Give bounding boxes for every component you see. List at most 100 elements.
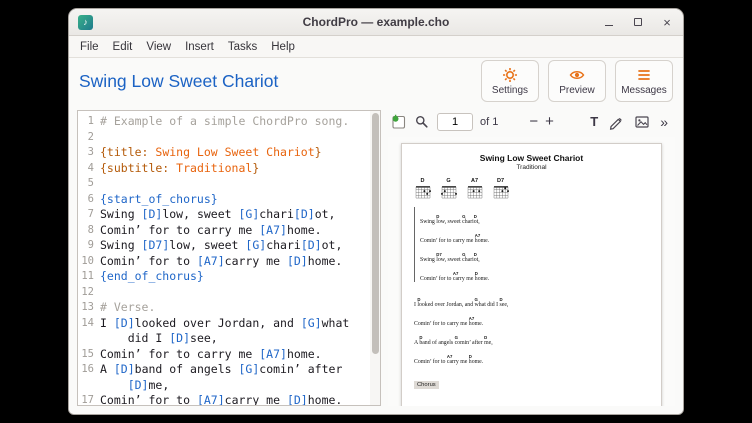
line-number: 15 <box>78 347 100 363</box>
code-line: {end_of_chorus} <box>100 269 204 285</box>
pdf-song-subtitle: Traditional <box>412 164 651 171</box>
editor-row[interactable]: 17Comin’ for to [A7]carry me [D]home. <box>78 393 380 406</box>
menu-help[interactable]: Help <box>264 39 302 55</box>
messages-label: Messages <box>621 85 667 96</box>
song-line: Swing D7low, sweet GchariDot, <box>420 245 651 263</box>
editor-row[interactable]: [D]me, <box>78 378 380 394</box>
preview-button[interactable]: Preview <box>548 60 606 102</box>
chord-diagram-D: D <box>414 178 431 199</box>
fretboard-grid-icon <box>414 185 431 199</box>
line-number: 13 <box>78 300 100 316</box>
pen-tool-icon[interactable] <box>608 114 624 130</box>
menu-tasks[interactable]: Tasks <box>221 39 264 55</box>
minimize-button[interactable] <box>602 15 616 29</box>
settings-label: Settings <box>492 85 528 96</box>
gear-icon <box>502 67 518 83</box>
song-section-chorus: Swing Dlow, sweet GchariDot, Comin’ for t… <box>414 207 651 282</box>
eye-icon <box>569 67 585 83</box>
code-line: A [D]band of angels [G]comin’ after <box>100 362 342 378</box>
editor-row[interactable]: 4{subtitle: Traditional} <box>78 161 380 177</box>
pdf-page: Swing Low Sweet Chariot Traditional DGA7… <box>401 143 662 406</box>
song-line: Comin’ for to A7carry me Dhome. <box>420 264 651 282</box>
line-number: 9 <box>78 238 100 254</box>
editor-row[interactable]: 8Comin’ for to carry me [A7]home. <box>78 223 380 239</box>
line-number: 8 <box>78 223 100 239</box>
image-tool-icon[interactable] <box>634 114 650 130</box>
editor-row[interactable]: 6{start_of_chorus} <box>78 192 380 208</box>
editor-row[interactable]: 15Comin’ for to carry me [A7]home. <box>78 347 380 363</box>
editor-row[interactable]: 13# Verse. <box>78 300 380 316</box>
code-line: Comin’ for to carry me [A7]home. <box>100 223 322 239</box>
editor-row[interactable]: 5 <box>78 176 380 192</box>
editor-row[interactable]: 14I [D]looked over Jordan, and [G]what <box>78 316 380 332</box>
code-line: Comin’ for to carry me [A7]home. <box>100 347 322 363</box>
zoom-out-button[interactable]: − <box>529 114 538 130</box>
chord-diagram-A7: A7 <box>466 178 483 199</box>
fretboard-grid-icon <box>466 185 483 199</box>
code-line: Comin’ for to [A7]carry me [D]home. <box>100 393 342 406</box>
window-title: ChordPro — example.cho <box>69 15 683 29</box>
pdf-song-title: Swing Low Sweet Chariot <box>412 153 651 163</box>
search-icon[interactable] <box>414 114 430 130</box>
header: Swing Low Sweet Chariot Settings <box>69 58 683 104</box>
sidebar-toggle-icon[interactable] <box>391 114 407 130</box>
list-icon <box>636 67 652 83</box>
pdf-view-area[interactable]: Swing Low Sweet Chariot Traditional DGA7… <box>388 137 675 406</box>
code-line: # Verse. <box>100 300 155 316</box>
editor-row[interactable]: 1# Example of a simple ChordPro song. <box>78 114 380 130</box>
source-editor[interactable]: 1# Example of a simple ChordPro song.23{… <box>77 110 381 406</box>
editor-rows[interactable]: 1# Example of a simple ChordPro song.23{… <box>78 111 380 406</box>
editor-row[interactable]: 12 <box>78 285 380 301</box>
zoom-in-button[interactable]: + <box>545 114 554 130</box>
app-icon: ♪ <box>78 15 93 30</box>
editor-row[interactable]: 7Swing [D]low, sweet [G]chari[D]ot, <box>78 207 380 223</box>
preview-label: Preview <box>559 85 595 96</box>
fretboard-grid-icon <box>440 185 457 199</box>
song-line: Swing Dlow, sweet GchariDot, <box>420 207 651 225</box>
toolbar-overflow-button[interactable]: » <box>660 114 668 130</box>
line-number: 7 <box>78 207 100 223</box>
line-number: 10 <box>78 254 100 270</box>
code-line: did I [D]see, <box>100 331 218 347</box>
line-number <box>78 331 100 347</box>
preview-pane: of 1 − + T <box>388 110 675 406</box>
close-button[interactable]: × <box>660 15 674 29</box>
code-line: {start_of_chorus} <box>100 192 218 208</box>
code-line: Comin’ for to [A7]carry me [D]home. <box>100 254 342 270</box>
code-line: I [D]looked over Jordan, and [G]what <box>100 316 349 332</box>
page-title: Swing Low Sweet Chariot <box>79 71 278 92</box>
menu-insert[interactable]: Insert <box>178 39 221 55</box>
line-number: 1 <box>78 114 100 130</box>
messages-button[interactable]: Messages <box>615 60 673 102</box>
code-line: Swing [D7]low, sweet [G]chari[D]ot, <box>100 238 342 254</box>
menu-file[interactable]: File <box>73 39 106 55</box>
editor-row[interactable]: did I [D]see, <box>78 331 380 347</box>
song-line: A Dband of angels Gcomin’ after Dme, <box>414 328 651 346</box>
editor-row[interactable]: 9Swing [D7]low, sweet [G]chari[D]ot, <box>78 238 380 254</box>
line-number: 5 <box>78 176 100 192</box>
settings-button[interactable]: Settings <box>481 60 539 102</box>
editor-row[interactable]: 2 <box>78 130 380 146</box>
menu-bar: FileEditViewInsertTasksHelp <box>69 36 683 58</box>
editor-scrollbar[interactable] <box>370 111 380 405</box>
chord-name: D <box>414 178 431 184</box>
scrollbar-thumb[interactable] <box>372 113 379 354</box>
line-number: 4 <box>78 161 100 177</box>
chord-diagram-D7: D7 <box>492 178 509 199</box>
editor-row[interactable]: 3{title: Swing Low Sweet Chariot} <box>78 145 380 161</box>
menu-view[interactable]: View <box>139 39 178 55</box>
text-select-tool[interactable]: T <box>590 114 598 130</box>
title-bar[interactable]: ♪ ChordPro — example.cho × <box>69 9 683 36</box>
code-line: {subtitle: Traditional} <box>100 161 259 177</box>
menu-edit[interactable]: Edit <box>106 39 140 55</box>
line-number <box>78 378 100 394</box>
chord-name: A7 <box>466 178 483 184</box>
page-number-input[interactable] <box>437 113 473 131</box>
editor-row[interactable]: 16A [D]band of angels [G]comin’ after <box>78 362 380 378</box>
code-line: [D]me, <box>100 378 169 394</box>
song-line: I Dlooked over Jordan, and Gwhat did I D… <box>414 290 651 308</box>
line-number: 16 <box>78 362 100 378</box>
editor-row[interactable]: 10Comin’ for to [A7]carry me [D]home. <box>78 254 380 270</box>
maximize-button[interactable] <box>631 15 645 29</box>
editor-row[interactable]: 11{end_of_chorus} <box>78 269 380 285</box>
